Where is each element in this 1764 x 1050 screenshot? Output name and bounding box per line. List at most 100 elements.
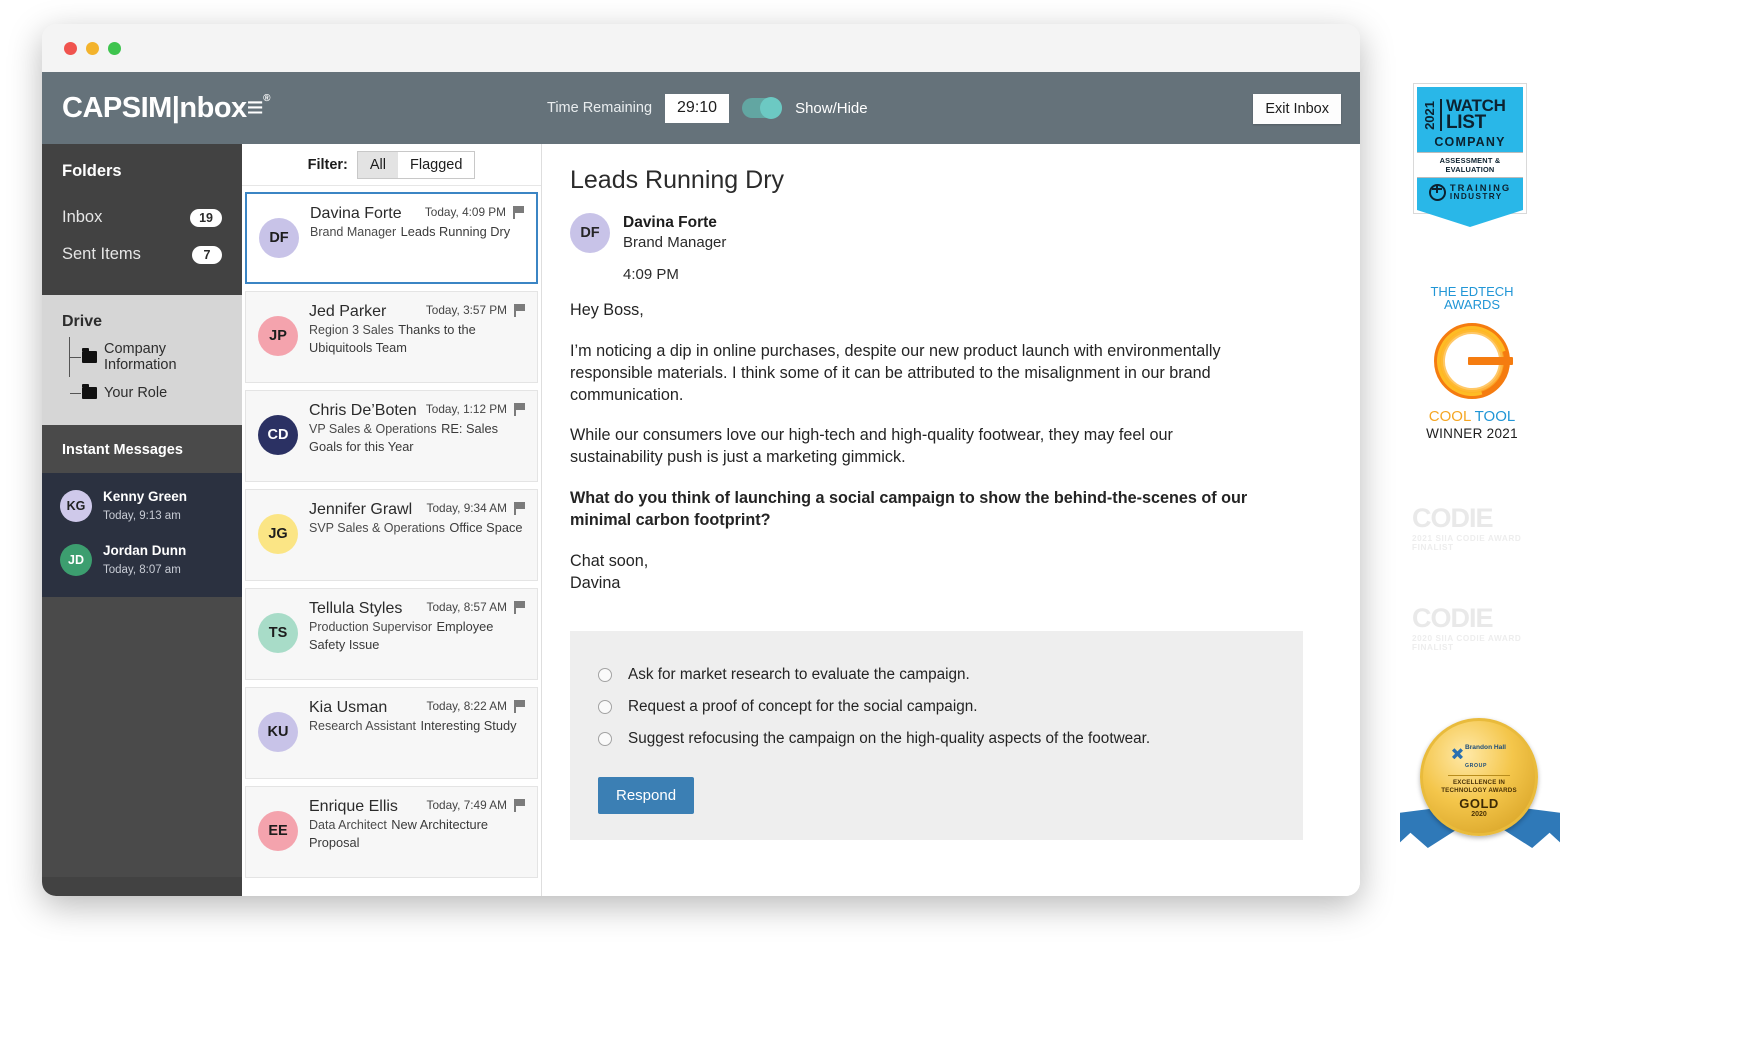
exit-inbox-button[interactable]: Exit Inbox	[1253, 94, 1341, 124]
edtech-line-2: AWARDS	[1414, 298, 1530, 312]
message-timestamp: Today, 1:12 PM	[426, 402, 507, 416]
list-item[interactable]: KG Kenny Green Today, 9:13 am	[42, 479, 242, 533]
message-summary: Jed Parker Today, 3:57 PM Region 3 Sales…	[309, 303, 525, 372]
training-industry-icon	[1429, 184, 1446, 201]
award-line-1: EXCELLENCE IN	[1453, 779, 1505, 787]
minimize-window-icon[interactable]	[86, 42, 99, 55]
inbox-count-badge: 19	[190, 209, 222, 227]
edtech-logo-icon	[1430, 319, 1514, 403]
org-line-2: GROUP	[1465, 763, 1487, 769]
message-meta: Today, 7:49 AM	[427, 798, 525, 812]
app-header: CAPSIM|nbox ≡ ® Time Remaining 29:10 Sho…	[42, 72, 1360, 144]
message-meta: Today, 8:22 AM	[427, 699, 525, 713]
message-timestamp: Today, 3:57 PM	[426, 303, 507, 317]
response-option-1[interactable]: Ask for market research to evaluate the …	[598, 659, 1273, 691]
brandon-hall-wordmark: Brandon Hall GROUP	[1465, 736, 1506, 772]
header-timer-group: Time Remaining 29:10 Show/Hide	[547, 72, 868, 144]
message-meta: Today, 1:12 PM	[426, 402, 525, 416]
flag-icon[interactable]	[514, 304, 525, 317]
filter-tab-flagged[interactable]: Flagged	[398, 152, 474, 178]
flag-icon[interactable]	[514, 700, 525, 713]
flag-icon[interactable]	[514, 403, 525, 416]
table-row[interactable]: JP Jed Parker Today, 3:57 PM Region 3 Sa…	[245, 291, 538, 383]
folders-section: Folders Inbox 19 Sent Items 7	[42, 144, 242, 295]
im-timestamp: Today, 9:13 am	[103, 510, 181, 522]
message-meta: Today, 8:57 AM	[427, 600, 525, 614]
watch-list-top: 2021 WATCH LIST	[1417, 93, 1523, 134]
avatar: DF	[259, 218, 299, 258]
instant-messages-title: Instant Messages	[62, 442, 222, 458]
show-hide-toggle[interactable]	[742, 98, 782, 118]
message-summary: Enrique Ellis Today, 7:49 AM Data Archit…	[309, 798, 525, 867]
codie-subtitle: 2021 SIIA CODIE AWARD FINALIST	[1412, 534, 1532, 552]
message-summary: Kia Usman Today, 8:22 AM Research Assist…	[309, 699, 525, 768]
table-row[interactable]: KU Kia Usman Today, 8:22 AM Research Ass…	[245, 687, 538, 779]
table-row[interactable]: CD Chris De’Boten Today, 1:12 PM VP Sale…	[245, 390, 538, 482]
flag-icon[interactable]	[513, 206, 524, 219]
table-row[interactable]: JG Jennifer Grawl Today, 9:34 AM SVP Sal…	[245, 489, 538, 581]
message-sender: Jed Parker	[309, 303, 386, 321]
email-paragraph-3: What do you think of launching a social …	[570, 488, 1270, 532]
message-timestamp: Today, 8:22 AM	[427, 699, 507, 713]
email-paragraph-2: While our consumers love our high-tech a…	[570, 425, 1270, 469]
list-item[interactable]: JD Jordan Dunn Today, 8:07 am	[42, 533, 242, 587]
message-top-row: Jed Parker Today, 3:57 PM	[309, 303, 525, 321]
watch-list-ribbon: ASSESSMENT & EVALUATION	[1417, 152, 1523, 178]
flag-icon[interactable]	[514, 799, 525, 812]
drive-title: Drive	[42, 313, 242, 335]
radio-button[interactable]	[598, 668, 612, 682]
registered-trademark-icon: ®	[263, 94, 270, 104]
sidebar-item-company-information[interactable]: Company Information	[70, 335, 242, 379]
flag-icon[interactable]	[514, 502, 525, 515]
radio-button[interactable]	[598, 732, 612, 746]
sent-timestamp: 4:09 PM	[623, 266, 1330, 283]
divider	[1440, 99, 1442, 131]
message-timestamp: Today, 7:49 AM	[427, 798, 507, 812]
brandon-hall-star-icon	[1452, 748, 1463, 759]
table-row[interactable]: EE Enrique Ellis Today, 7:49 AM Data Arc…	[245, 786, 538, 878]
maximize-window-icon[interactable]	[108, 42, 121, 55]
filter-tab-all[interactable]: All	[358, 152, 398, 178]
im-timestamp: Today, 8:07 am	[103, 564, 181, 576]
drive-section: Drive Company Information Your Role	[42, 295, 242, 425]
table-row[interactable]: DF Davina Forte Today, 4:09 PM Brand Man…	[245, 192, 538, 284]
response-option-label: Request a proof of concept for the socia…	[628, 698, 977, 716]
message-list[interactable]: DF Davina Forte Today, 4:09 PM Brand Man…	[242, 186, 541, 896]
award-line-2: TECHNOLOGY AWARDS	[1441, 787, 1517, 795]
watch-list-year: 2021	[1423, 101, 1436, 130]
message-subject: Leads Running Dry	[401, 224, 511, 239]
avatar: JG	[258, 514, 298, 554]
message-summary: Chris De’Boten Today, 1:12 PM VP Sales &…	[309, 402, 525, 471]
avatar: DF	[570, 213, 610, 253]
im-item-text: Jordan Dunn Today, 8:07 am	[103, 542, 186, 578]
message-sender: Kia Usman	[309, 699, 387, 717]
award-rank: GOLD	[1459, 796, 1499, 811]
respond-button[interactable]: Respond	[598, 777, 694, 814]
sidebar-item-sent-items[interactable]: Sent Items 7	[42, 236, 242, 273]
award-badge-codie-2021: CODIE 2021 SIIA CODIE AWARD FINALIST	[1412, 505, 1532, 552]
radio-button[interactable]	[598, 700, 612, 714]
avatar: CD	[258, 415, 298, 455]
drive-item-label: Your Role	[104, 385, 167, 401]
email-signoff: Chat soon, Davina	[570, 551, 1270, 595]
edtech-tool: TOOL	[1475, 408, 1516, 425]
sender-name: Davina Forte	[623, 214, 717, 231]
sidebar-item-your-role[interactable]: Your Role	[70, 379, 242, 407]
message-timestamp: Today, 4:09 PM	[425, 205, 506, 219]
watch-list-words: WATCH LIST	[1446, 98, 1506, 132]
response-options-panel: Ask for market research to evaluate the …	[570, 631, 1303, 840]
im-item-text: Kenny Green Today, 9:13 am	[103, 488, 187, 524]
close-window-icon[interactable]	[64, 42, 77, 55]
table-row[interactable]: TS Tellula Styles Today, 8:57 AM Product…	[245, 588, 538, 680]
flag-icon[interactable]	[514, 601, 525, 614]
award-badge-codie-2020: CODIE 2020 SIIA CODIE AWARD FINALIST	[1412, 605, 1532, 652]
sidebar-filler	[42, 597, 242, 877]
avatar: KG	[60, 490, 92, 522]
message-sender-role: SVP Sales & Operations	[309, 521, 445, 535]
response-option-3[interactable]: Suggest refocusing the campaign on the h…	[598, 723, 1273, 755]
time-remaining-label: Time Remaining	[547, 100, 652, 116]
sidebar-item-inbox[interactable]: Inbox 19	[42, 199, 242, 236]
app-logo-text: CAPSIM|nbox	[62, 92, 247, 125]
response-option-2[interactable]: Request a proof of concept for the socia…	[598, 691, 1273, 723]
sender-identity: Davina Forte Brand Manager	[623, 213, 726, 253]
